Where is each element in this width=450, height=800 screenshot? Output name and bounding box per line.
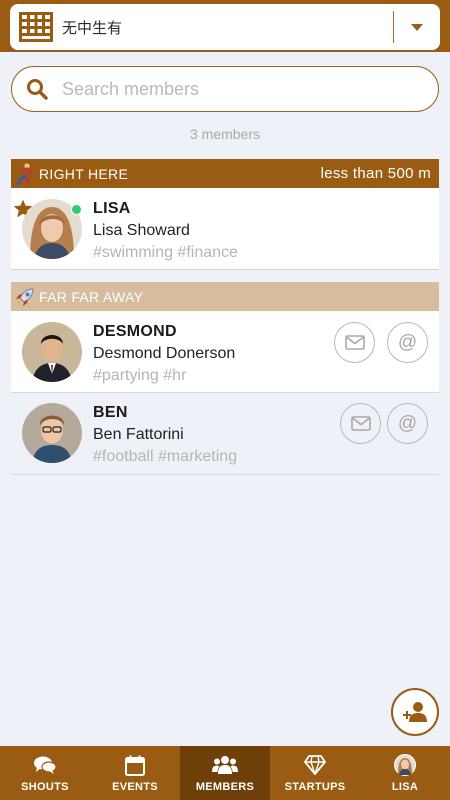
envelope-icon <box>344 335 365 350</box>
chat-bubbles-icon <box>33 753 57 777</box>
member-card-ben[interactable]: BEN Ben Fattorini #football #marketing @ <box>11 393 439 475</box>
at-icon: @ <box>397 412 418 434</box>
member-nickname: DESMOND <box>93 323 177 340</box>
search-input[interactable] <box>62 78 402 100</box>
runner-icon <box>11 159 39 188</box>
member-tags: #football #marketing <box>93 448 238 465</box>
users-icon <box>212 753 238 777</box>
email-button[interactable] <box>334 322 375 363</box>
nav-label: MEMBERS <box>195 781 255 793</box>
online-indicator <box>71 204 82 215</box>
at-icon: @ <box>397 331 418 353</box>
add-user-icon <box>403 702 427 722</box>
nav-label: LISA <box>391 781 419 793</box>
diamond-icon <box>304 753 326 777</box>
member-tags: #swimming #finance <box>93 244 238 261</box>
top-bar: 无中生有 <box>0 0 450 52</box>
mention-button[interactable]: @ <box>387 403 428 444</box>
nav-label: STARTUPS <box>284 781 346 793</box>
section-title: RIGHT HERE <box>39 165 129 182</box>
avatar <box>22 322 82 382</box>
bottom-navigation: SHOUTS EVENTS MEMBERS STARTUPS LISA <box>0 746 450 800</box>
search-icon <box>27 79 48 100</box>
email-button[interactable] <box>340 403 381 444</box>
nav-tab-startups[interactable]: STARTUPS <box>270 746 360 800</box>
nav-tab-members[interactable]: MEMBERS <box>180 746 270 800</box>
rocket-icon <box>11 282 39 311</box>
nav-label: EVENTS <box>112 781 158 793</box>
calendar-icon <box>125 753 145 777</box>
organization-selector[interactable]: 无中生有 <box>10 4 440 50</box>
member-nickname: BEN <box>93 404 128 421</box>
member-card-lisa[interactable]: LISA Lisa Showard #swimming #finance <box>11 188 439 270</box>
chevron-down-icon[interactable] <box>394 4 440 50</box>
section-header-right-here: RIGHT HERE less than 500 m <box>11 159 439 188</box>
nav-tab-shouts[interactable]: SHOUTS <box>0 746 90 800</box>
nav-tab-profile[interactable]: LISA <box>360 746 450 800</box>
section-distance: less than 500 m <box>320 165 431 182</box>
section-header-far-far-away: FAR FAR AWAY <box>11 282 439 311</box>
profile-avatar-icon <box>394 753 416 777</box>
organization-name: 无中生有 <box>62 18 123 37</box>
member-count: 3 members <box>189 126 261 142</box>
search-bar[interactable] <box>11 66 439 112</box>
member-nickname: LISA <box>93 200 131 217</box>
envelope-icon <box>350 416 371 431</box>
member-card-desmond[interactable]: DESMOND Desmond Donerson #partying #hr @ <box>11 311 439 393</box>
avatar <box>22 403 82 463</box>
gate-logo-icon <box>19 12 53 42</box>
section-title: FAR FAR AWAY <box>39 288 144 305</box>
mention-button[interactable]: @ <box>387 322 428 363</box>
member-full-name: Desmond Donerson <box>93 345 236 362</box>
member-full-name: Ben Fattorini <box>93 426 184 443</box>
add-member-button[interactable] <box>391 688 439 736</box>
nav-label: SHOUTS <box>21 781 69 793</box>
member-full-name: Lisa Showard <box>93 222 190 239</box>
nav-tab-events[interactable]: EVENTS <box>90 746 180 800</box>
member-tags: #partying #hr <box>93 367 187 384</box>
